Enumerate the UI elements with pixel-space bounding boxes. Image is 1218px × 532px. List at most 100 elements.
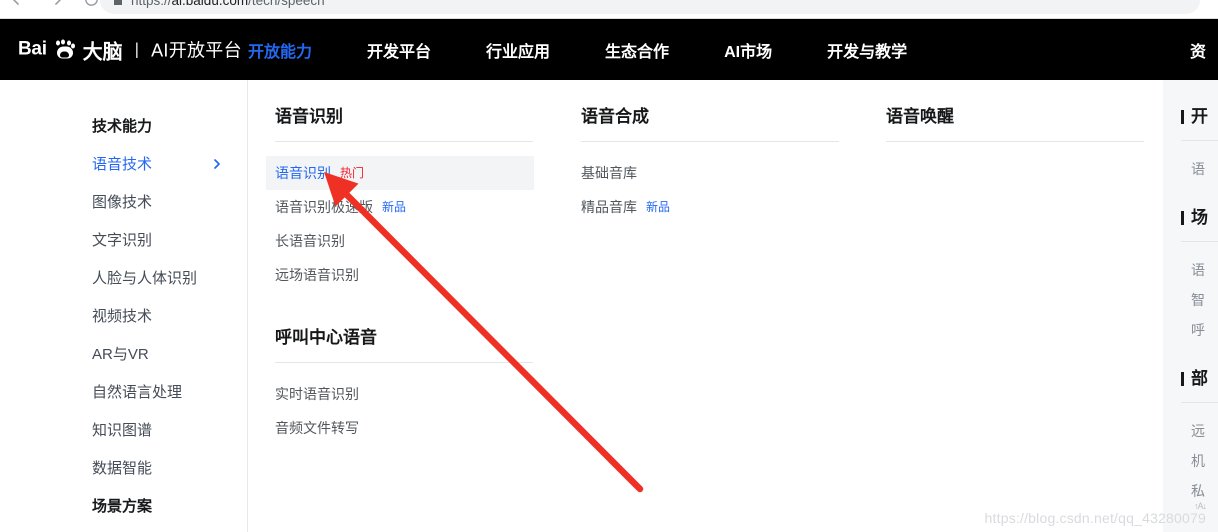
- sidebar-item-data-intelligence[interactable]: 数据智能: [0, 448, 247, 486]
- link-label: 语音识别极速版: [275, 199, 373, 215]
- rail-accent-bar: [1181, 372, 1184, 386]
- link-label: 精品音库: [581, 199, 637, 215]
- rail-link[interactable]: 智: [1181, 285, 1218, 315]
- link-speech-recognition-fast[interactable]: 语音识别极速版 新品: [266, 190, 534, 224]
- group-divider: [886, 141, 1144, 142]
- site-top-navigation: Bai 大脑 | AI开放平台 开放能力 开发平台 行业应用 生态合作 AI市场…: [0, 19, 1218, 80]
- mega-column-voice-wakeup: 语音唤醒: [886, 105, 1144, 156]
- link-label: 实时语音识别: [275, 386, 359, 402]
- chevron-right-icon: [211, 157, 223, 169]
- badge-new: 新品: [382, 200, 407, 214]
- group-title: 语音唤醒: [886, 107, 954, 126]
- link-premium-voice-library[interactable]: 精品音库 新品: [572, 190, 840, 224]
- group-call-center-voice: 呼叫中心语音 实时语音识别 音频文件转写: [275, 326, 560, 445]
- sidebar-item-knowledge-graph[interactable]: 知识图谱: [0, 410, 247, 448]
- rail-title-text: 场: [1191, 208, 1208, 227]
- nav-item-industry-apps[interactable]: 行业应用: [486, 38, 550, 62]
- browser-address-bar[interactable]: https://ai.baidu.com/tech/speech: [100, 0, 1200, 14]
- rail-title-text: 开: [1191, 107, 1208, 126]
- badge-hot: 热门: [340, 166, 365, 180]
- nav-item-dev-education[interactable]: 开发与教学: [827, 38, 907, 62]
- rail-group-development: 开 语: [1181, 105, 1218, 184]
- link-label: 长语音识别: [275, 233, 345, 249]
- reload-icon[interactable]: [80, 0, 102, 10]
- sidebar-item-nlp[interactable]: 自然语言处理: [0, 372, 247, 410]
- group-divider: [275, 141, 533, 142]
- logo-platform-text: AI开放平台: [151, 40, 242, 61]
- sidebar-item-face-body[interactable]: 人脸与人体识别: [0, 258, 247, 296]
- mega-menu-columns: 语音识别 语音识别 热门 语音识别极速版 新品 长语音识别 远场语音识别 呼叫中…: [248, 80, 1163, 532]
- link-long-speech-recognition[interactable]: 长语音识别: [266, 224, 534, 258]
- top-nav-overflow: 资: [1190, 19, 1218, 80]
- baidu-paw-icon: [54, 39, 76, 59]
- link-realtime-speech-recognition[interactable]: 实时语音识别: [266, 377, 534, 411]
- nav-item-open-capability[interactable]: 开放能力: [248, 38, 312, 62]
- link-label: 基础音库: [581, 165, 637, 181]
- sidebar-item-speech-tech[interactable]: 语音技术: [0, 144, 247, 182]
- logo-bai-text: Bai: [18, 38, 47, 60]
- group-speech-recognition: 语音识别 语音识别 热门 语音识别极速版 新品 长语音识别 远场语音识别: [266, 105, 560, 292]
- sidebar-item-ar-vr[interactable]: AR与VR: [0, 334, 247, 372]
- mega-menu-right-rail: 开 语 场 语 智 呼 部 远 机 私: [1163, 80, 1218, 532]
- link-farfield-speech-recognition[interactable]: 远场语音识别: [266, 258, 534, 292]
- nav-item-resources[interactable]: 资: [1190, 38, 1206, 62]
- sidebar-item-label: 语音技术: [92, 155, 153, 173]
- rail-link[interactable]: 机: [1181, 446, 1218, 476]
- rail-link[interactable]: 远: [1181, 416, 1218, 446]
- sidebar-heading-tech-capability: 技术能力: [92, 117, 153, 135]
- browser-chrome: https://ai.baidu.com/tech/speech: [0, 0, 1218, 19]
- rail-title: 部: [1181, 367, 1218, 402]
- rail-link[interactable]: 语: [1181, 255, 1218, 285]
- group-title: 语音合成: [581, 107, 649, 126]
- browser-nav-buttons: [8, 0, 102, 10]
- rail-title-text: 部: [1191, 369, 1208, 388]
- link-label: 远场语音识别: [275, 267, 359, 283]
- group-speech-synthesis: 语音合成 基础音库 精品音库 新品: [581, 105, 839, 224]
- link-speech-recognition[interactable]: 语音识别 热门: [266, 156, 534, 190]
- rail-accent-bar: [1181, 211, 1184, 225]
- sidebar-item-video-tech[interactable]: 视频技术: [0, 296, 247, 334]
- logo-brain-text: 大脑: [82, 41, 123, 63]
- group-title: 呼叫中心语音: [275, 328, 377, 347]
- logo-separator: |: [134, 39, 140, 59]
- group-voice-wakeup: 语音唤醒: [886, 105, 1144, 142]
- sidebar-heading-scenario-solutions: 场景方案: [92, 497, 153, 515]
- baidu-brain-logo[interactable]: Bai 大脑 | AI开放平台: [18, 35, 242, 64]
- nav-item-ai-market[interactable]: AI市场: [724, 38, 772, 62]
- rail-divider: [1181, 140, 1218, 141]
- back-arrow-icon[interactable]: [8, 0, 30, 10]
- mega-menu-sidebar: 技术能力 语音技术 图像技术 文字识别 人脸与人体识别 视频技术 AR与VR 自…: [0, 80, 248, 532]
- watermark-url: https://blog.csdn.net/qq_43280079: [984, 510, 1206, 526]
- group-divider: [275, 362, 533, 363]
- link-basic-voice-library[interactable]: 基础音库: [572, 156, 840, 190]
- rail-divider: [1181, 241, 1218, 242]
- nav-item-ecosystem[interactable]: 生态合作: [605, 38, 669, 62]
- rail-title: 场: [1181, 206, 1218, 241]
- sidebar-item-image-tech[interactable]: 图像技术: [0, 182, 247, 220]
- nav-item-dev-platform[interactable]: 开发平台: [367, 38, 431, 62]
- browser-url: https://ai.baidu.com/tech/speech: [131, 0, 325, 8]
- mega-column-speech-synthesis: 语音合成 基础音库 精品音库 新品: [581, 105, 839, 232]
- rail-group-deployment: 部 远 机 私: [1181, 367, 1218, 506]
- link-label: 语音识别: [275, 165, 331, 181]
- column-gap: [275, 300, 560, 326]
- forward-arrow-icon[interactable]: [44, 0, 66, 10]
- rail-link[interactable]: 呼: [1181, 315, 1218, 345]
- group-divider: [581, 141, 839, 142]
- group-title: 语音识别: [275, 107, 343, 126]
- mega-menu-panel: 技术能力 语音技术 图像技术 文字识别 人脸与人体识别 视频技术 AR与VR 自…: [0, 80, 1218, 532]
- rail-gap: [1181, 186, 1218, 206]
- mega-column-speech-recognition: 语音识别 语音识别 热门 语音识别极速版 新品 长语音识别 远场语音识别 呼叫中…: [266, 105, 560, 453]
- rail-gap: [1181, 347, 1218, 367]
- rail-group-scenario: 场 语 智 呼: [1181, 206, 1218, 345]
- link-label: 音频文件转写: [275, 420, 359, 436]
- rail-link[interactable]: 语: [1181, 154, 1218, 184]
- site-info-icon[interactable]: [114, 0, 122, 5]
- badge-new: 新品: [646, 200, 671, 214]
- link-audio-file-transcription[interactable]: 音频文件转写: [266, 411, 534, 445]
- rail-divider: [1181, 402, 1218, 403]
- rail-accent-bar: [1181, 110, 1184, 124]
- top-nav-items: 开放能力 开发平台 行业应用 生态合作 AI市场 开发与教学: [248, 19, 907, 80]
- sidebar-item-ocr[interactable]: 文字识别: [0, 220, 247, 258]
- rail-title: 开: [1181, 105, 1218, 140]
